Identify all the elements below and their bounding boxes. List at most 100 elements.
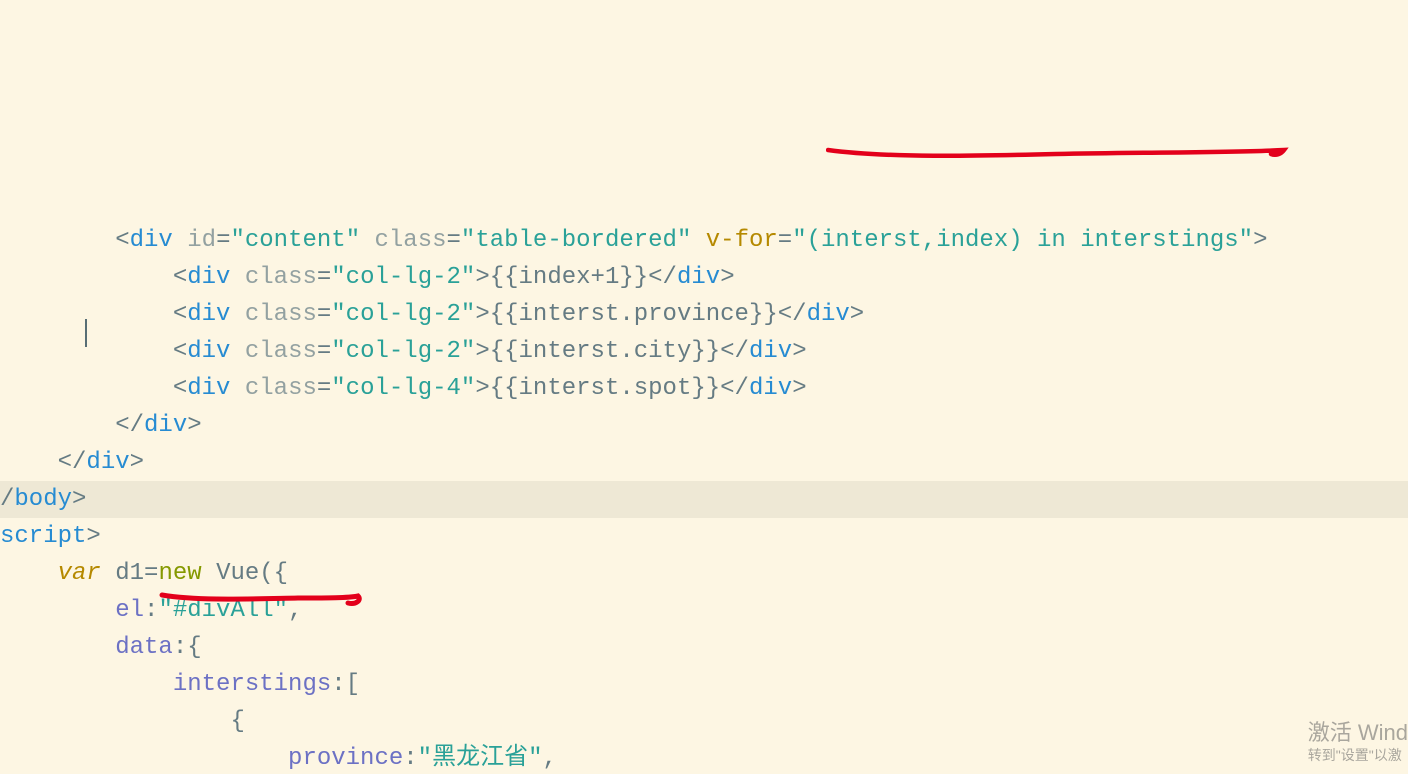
code-token: ,: [288, 597, 302, 624]
code-token: >: [1253, 227, 1267, 254]
code-token: >: [850, 301, 864, 328]
code-token: >: [86, 523, 100, 550]
code-token: <: [173, 301, 187, 328]
code-token: class: [245, 375, 317, 402]
code-line[interactable]: /body>: [0, 481, 1408, 518]
code-token: [230, 375, 244, 402]
code-line[interactable]: <div class="col-lg-2">{{interst.city}}</…: [0, 333, 1408, 370]
code-line[interactable]: <div class="col-lg-2">{{index+1}}</div>: [0, 259, 1408, 296]
code-editor[interactable]: <div id="content" class="table-bordered"…: [0, 185, 1408, 774]
watermark-line1: 激活 Wind: [1308, 719, 1408, 747]
text-caret: [85, 319, 87, 347]
annotation-vfor-underline: [826, 70, 1296, 203]
code-token: class: [375, 227, 447, 254]
code-token: <: [115, 227, 129, 254]
code-token: ,: [542, 745, 556, 772]
code-token: div: [187, 338, 230, 365]
code-token: div: [749, 338, 792, 365]
code-token: div: [187, 301, 230, 328]
code-token: new: [158, 560, 201, 587]
code-token: [230, 301, 244, 328]
code-token: >: [475, 264, 489, 291]
code-token: {{interst.spot}}: [490, 375, 720, 402]
code-token: class: [245, 338, 317, 365]
code-token: <: [173, 264, 187, 291]
code-token: :[: [331, 671, 360, 698]
code-line[interactable]: el:"#divAll",: [0, 592, 1408, 629]
code-token: "table-bordered": [461, 227, 691, 254]
code-token: "col-lg-4": [331, 375, 475, 402]
code-token: =: [317, 338, 331, 365]
code-token: div: [130, 227, 173, 254]
code-token: :: [144, 597, 158, 624]
code-token: interstings: [173, 671, 331, 698]
code-line[interactable]: <div class="col-lg-4">{{interst.spot}}</…: [0, 370, 1408, 407]
code-token: class: [245, 301, 317, 328]
code-token: province: [288, 745, 403, 772]
code-token: =: [447, 227, 461, 254]
code-line[interactable]: script>: [0, 518, 1408, 555]
code-token: =: [317, 301, 331, 328]
code-token: =: [144, 560, 158, 587]
code-line[interactable]: {: [0, 703, 1408, 740]
code-line[interactable]: <div class="col-lg-2">{{interst.province…: [0, 296, 1408, 333]
code-token: >: [792, 338, 806, 365]
code-line[interactable]: [0, 185, 1408, 222]
code-token: [230, 264, 244, 291]
code-token: </: [720, 338, 749, 365]
code-token: >: [187, 412, 201, 439]
code-line[interactable]: data:{: [0, 629, 1408, 666]
code-token: "col-lg-2": [331, 338, 475, 365]
code-token: [691, 227, 705, 254]
code-token: div: [187, 375, 230, 402]
code-token: Vue({: [202, 560, 288, 587]
code-token: </: [115, 412, 144, 439]
code-token: id: [187, 227, 216, 254]
code-token: body: [14, 486, 72, 513]
code-token: >: [130, 449, 144, 476]
code-token: class: [245, 264, 317, 291]
code-token: div: [187, 264, 230, 291]
code-token: =: [317, 264, 331, 291]
code-line[interactable]: interstings:[: [0, 666, 1408, 703]
code-token: {: [230, 708, 244, 735]
code-token: </: [778, 301, 807, 328]
code-line[interactable]: </div>: [0, 444, 1408, 481]
code-token: script: [0, 523, 86, 550]
code-token: var: [58, 560, 101, 587]
code-token: v-for: [706, 227, 778, 254]
code-token: :: [403, 745, 417, 772]
code-token: d1: [101, 560, 144, 587]
code-token: >: [792, 375, 806, 402]
code-token: div: [807, 301, 850, 328]
code-line[interactable]: <div id="content" class="table-bordered"…: [0, 222, 1408, 259]
code-token: "(interst,index) in interstings": [792, 227, 1253, 254]
watermark-line2: 转到"设置"以激: [1308, 747, 1408, 765]
code-token: >: [720, 264, 734, 291]
code-token: data: [115, 634, 173, 661]
code-token: <: [173, 338, 187, 365]
code-token: =: [216, 227, 230, 254]
code-token: /: [0, 486, 14, 513]
code-token: div: [144, 412, 187, 439]
code-line[interactable]: </div>: [0, 407, 1408, 444]
code-token: "col-lg-2": [331, 264, 475, 291]
code-token: <: [173, 375, 187, 402]
code-line[interactable]: province:"黑龙江省",: [0, 740, 1408, 774]
code-token: >: [475, 375, 489, 402]
code-token: div: [749, 375, 792, 402]
code-token: {{interst.city}}: [490, 338, 720, 365]
code-token: {{interst.province}}: [490, 301, 778, 328]
code-token: >: [72, 486, 86, 513]
code-token: div: [677, 264, 720, 291]
code-token: </: [720, 375, 749, 402]
code-token: [173, 227, 187, 254]
code-line[interactable]: var d1=new Vue({: [0, 555, 1408, 592]
code-token: el: [115, 597, 144, 624]
code-token: >: [475, 338, 489, 365]
windows-activation-watermark: 激活 Wind 转到"设置"以激: [1308, 719, 1408, 764]
code-token: </: [58, 449, 87, 476]
code-token: =: [317, 375, 331, 402]
code-token: "黑龙江省": [418, 745, 543, 772]
code-token: "col-lg-2": [331, 301, 475, 328]
